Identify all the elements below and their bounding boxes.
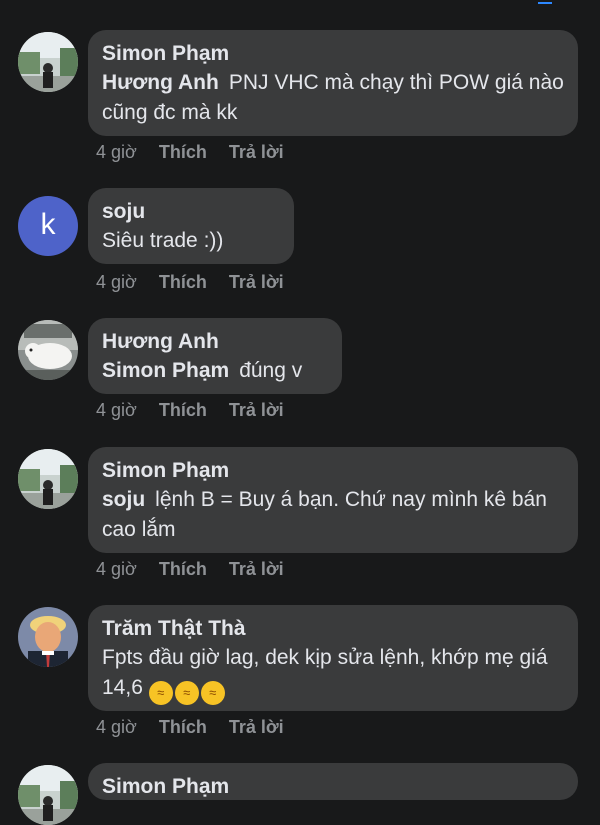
- comment-time[interactable]: 4 giờ: [96, 717, 137, 737]
- like-button[interactable]: Thích: [159, 272, 207, 292]
- comment-author[interactable]: Trăm Thật Thà: [102, 615, 564, 643]
- like-button[interactable]: Thích: [159, 717, 207, 737]
- comment-author[interactable]: Simon Phạm: [102, 773, 564, 801]
- reply-button[interactable]: Trả lời: [229, 272, 284, 292]
- reply-button[interactable]: Trả lời: [229, 142, 284, 162]
- comment-bubble: Trăm Thật Thà Fpts đầu giờ lag, dek kịp …: [88, 605, 578, 711]
- avatar-street-icon[interactable]: [18, 32, 78, 92]
- comment-time[interactable]: 4 giờ: [96, 142, 137, 162]
- comment-actions: 4 giờ Thích Trả lời: [96, 142, 306, 163]
- comment-actions: 4 giờ Thích Trả lời: [96, 559, 306, 580]
- comment-body: đúng v: [239, 359, 303, 382]
- comment-time[interactable]: 4 giờ: [96, 400, 137, 420]
- avatar-street-icon[interactable]: [18, 765, 78, 825]
- comment-text: Siêu trade :)): [102, 229, 224, 252]
- comment-author[interactable]: Simon Phạm: [102, 457, 564, 485]
- comment-text: Hương Anh PNJ VHC mà chạy thì POW giá nào…: [102, 68, 564, 128]
- avatar-portrait-icon[interactable]: [18, 607, 78, 667]
- comment-bubble: Hương Anh Simon Phạm đúng v: [88, 318, 342, 394]
- top-partial-strip: [0, 0, 600, 10]
- comment-text: soju lệnh B = Buy á bạn. Chứ nay mình kê …: [102, 485, 564, 545]
- reply-button[interactable]: Trả lời: [229, 400, 284, 420]
- like-button[interactable]: Thích: [159, 142, 207, 162]
- comment-text: Simon Phạm đúng v: [102, 356, 328, 386]
- comment-bubble: Simon Phạm soju lệnh B = Buy á bạn. Chứ n…: [88, 447, 578, 553]
- like-button[interactable]: Thích: [159, 559, 207, 579]
- comment-author[interactable]: soju: [102, 198, 280, 226]
- comment-body: lệnh B = Buy á bạn. Chứ nay mình kê bán …: [102, 488, 547, 541]
- comment-actions: 4 giờ Thích Trả lời: [96, 400, 306, 421]
- avatar-street-icon[interactable]: [18, 449, 78, 509]
- comment-bubble: soju Siêu trade :)): [88, 188, 294, 264]
- comment-actions: 4 giờ Thích Trả lời: [96, 717, 306, 738]
- mention-tag[interactable]: Hương Anh: [102, 71, 219, 94]
- comment-time[interactable]: 4 giờ: [96, 272, 137, 292]
- mention-tag[interactable]: Simon Phạm: [102, 359, 229, 382]
- laughing-emoji-icon: ≈: [174, 681, 199, 705]
- laughing-emoji-icon: ≈: [148, 681, 173, 705]
- mention-tag[interactable]: soju: [102, 488, 145, 511]
- comment-actions: 4 giờ Thích Trả lời: [96, 272, 306, 293]
- reply-button[interactable]: Trả lời: [229, 559, 284, 579]
- like-button[interactable]: Thích: [159, 400, 207, 420]
- comment-text: Fpts đầu giờ lag, dek kịp sửa lệnh, khớp…: [102, 643, 564, 705]
- reply-button[interactable]: Trả lời: [229, 717, 284, 737]
- comment-author[interactable]: Simon Phạm: [102, 40, 564, 68]
- laughing-emoji-icon: ≈: [200, 681, 225, 705]
- avatar-dog-icon[interactable]: [18, 320, 78, 380]
- avatar-letter[interactable]: k: [18, 196, 78, 256]
- comment-bubble: Simon Phạm Hương Anh PNJ VHC mà chạy thì …: [88, 30, 578, 136]
- comment-author[interactable]: Hương Anh: [102, 328, 328, 356]
- cut-off-icon: [538, 0, 552, 4]
- comment-bubble: Simon Phạm: [88, 763, 578, 800]
- comment-time[interactable]: 4 giờ: [96, 559, 137, 579]
